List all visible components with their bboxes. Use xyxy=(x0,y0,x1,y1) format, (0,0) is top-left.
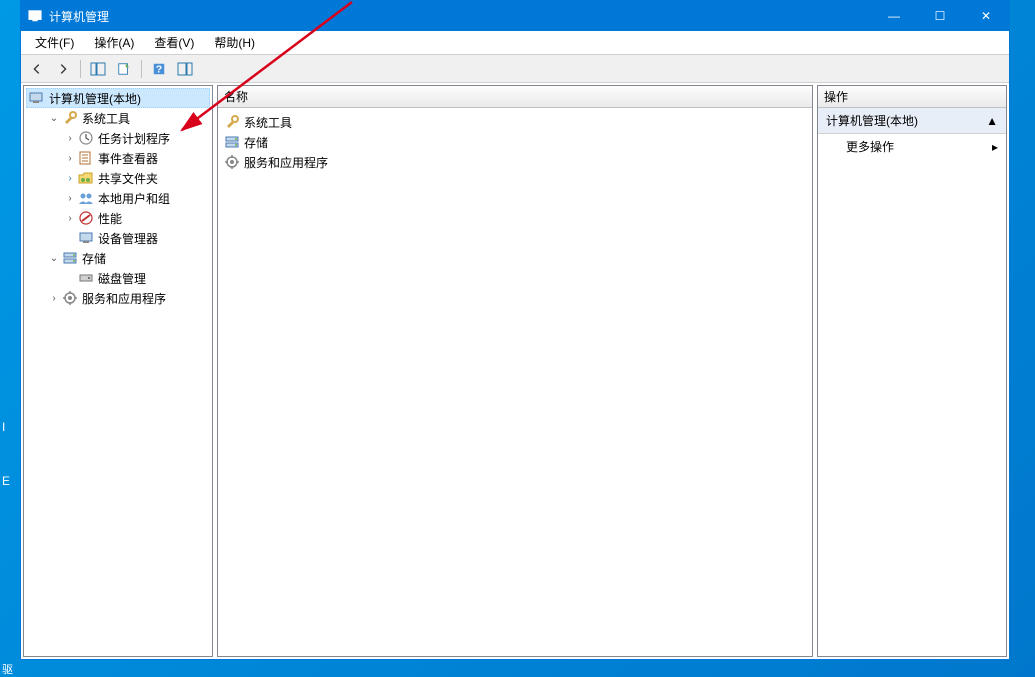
menubar: 文件(F) 操作(A) 查看(V) 帮助(H) xyxy=(21,31,1009,55)
storage-icon xyxy=(62,250,78,266)
titlebar[interactable]: 计算机管理 — ☐ ✕ xyxy=(21,1,1009,31)
actions-section-header[interactable]: 计算机管理(本地) ▲ xyxy=(818,108,1006,134)
tree-collapse-icon[interactable]: ⌄ xyxy=(48,112,60,124)
separator xyxy=(141,60,142,78)
actions-header: 操作 xyxy=(818,86,1006,108)
show-hide-action-button[interactable] xyxy=(173,58,197,80)
disk-icon xyxy=(78,270,94,286)
list-item[interactable]: 系统工具 xyxy=(220,112,810,132)
center-column-header[interactable]: 名称 xyxy=(218,86,812,108)
menu-help[interactable]: 帮助(H) xyxy=(204,32,265,53)
tree-item[interactable]: ›事件查看器 xyxy=(26,148,210,168)
computer-management-window: 计算机管理 — ☐ ✕ 文件(F) 操作(A) 查看(V) 帮助(H) ? xyxy=(20,0,1010,660)
tree-expand-icon[interactable]: › xyxy=(64,132,76,144)
content-area: 计算机管理(本地) ⌄系统工具›任务计划程序›事件查看器›共享文件夹›本地用户和… xyxy=(21,83,1009,659)
device-icon xyxy=(78,230,94,246)
desktop-icon-label: I xyxy=(2,420,10,434)
menu-action[interactable]: 操作(A) xyxy=(84,32,144,53)
chevron-right-icon: ▸ xyxy=(992,140,998,154)
tree-item[interactable]: ›任务计划程序 xyxy=(26,128,210,148)
actions-panel: 操作 计算机管理(本地) ▲ 更多操作 ▸ xyxy=(817,85,1007,657)
tree-item[interactable]: 设备管理器 xyxy=(26,228,210,248)
help-button[interactable]: ? xyxy=(147,58,171,80)
menu-file[interactable]: 文件(F) xyxy=(25,32,84,53)
tree-item[interactable]: ›共享文件夹 xyxy=(26,168,210,188)
users-icon xyxy=(78,190,94,206)
menu-view[interactable]: 查看(V) xyxy=(144,32,204,53)
export-list-button[interactable] xyxy=(112,58,136,80)
services-icon xyxy=(224,154,240,170)
window-title: 计算机管理 xyxy=(49,8,871,25)
tree-item[interactable]: 磁盘管理 xyxy=(26,268,210,288)
list-item[interactable]: 服务和应用程序 xyxy=(220,152,810,172)
show-hide-tree-button[interactable] xyxy=(86,58,110,80)
tree-item[interactable]: ›服务和应用程序 xyxy=(26,288,210,308)
collapse-icon: ▲ xyxy=(986,114,998,128)
tree-panel: 计算机管理(本地) ⌄系统工具›任务计划程序›事件查看器›共享文件夹›本地用户和… xyxy=(23,85,213,657)
shared-folder-icon xyxy=(78,170,94,186)
separator xyxy=(80,60,81,78)
tree-item[interactable]: ›性能 xyxy=(26,208,210,228)
event-icon xyxy=(78,150,94,166)
back-button[interactable] xyxy=(25,58,49,80)
storage-icon xyxy=(224,134,240,150)
minimize-button[interactable]: — xyxy=(871,1,917,31)
wrench-icon xyxy=(62,110,78,126)
desktop-icon-label: E xyxy=(2,474,10,488)
navigation-tree[interactable]: 计算机管理(本地) ⌄系统工具›任务计划程序›事件查看器›共享文件夹›本地用户和… xyxy=(24,86,212,310)
close-button[interactable]: ✕ xyxy=(963,1,1009,31)
tree-expand-icon[interactable]: › xyxy=(64,152,76,164)
tree-expand-icon[interactable]: › xyxy=(64,172,76,184)
center-list[interactable]: 系统工具存储服务和应用程序 xyxy=(218,108,812,176)
clock-icon xyxy=(78,130,94,146)
action-more[interactable]: 更多操作 ▸ xyxy=(818,134,1006,159)
forward-button[interactable] xyxy=(51,58,75,80)
tree-collapse-icon[interactable]: ⌄ xyxy=(48,252,60,264)
svg-text:?: ? xyxy=(156,63,162,75)
perf-icon xyxy=(78,210,94,226)
taskbar-fragment: 驱 xyxy=(2,661,13,677)
list-item[interactable]: 存储 xyxy=(220,132,810,152)
tree-expand-icon[interactable]: › xyxy=(64,212,76,224)
tree-item[interactable]: ⌄系统工具 xyxy=(26,108,210,128)
computer-mgmt-icon xyxy=(29,90,45,106)
wrench-icon xyxy=(224,114,240,130)
tree-expand-icon[interactable]: › xyxy=(64,192,76,204)
tree-item[interactable]: ›本地用户和组 xyxy=(26,188,210,208)
maximize-button[interactable]: ☐ xyxy=(917,1,963,31)
tree-item[interactable]: ⌄存储 xyxy=(26,248,210,268)
services-icon xyxy=(62,290,78,306)
toolbar: ? xyxy=(21,55,1009,83)
tree-expand-icon[interactable]: › xyxy=(48,292,60,304)
app-icon xyxy=(27,8,43,24)
tree-root-computer-management[interactable]: 计算机管理(本地) xyxy=(26,88,210,108)
center-panel: 名称 系统工具存储服务和应用程序 xyxy=(217,85,813,657)
